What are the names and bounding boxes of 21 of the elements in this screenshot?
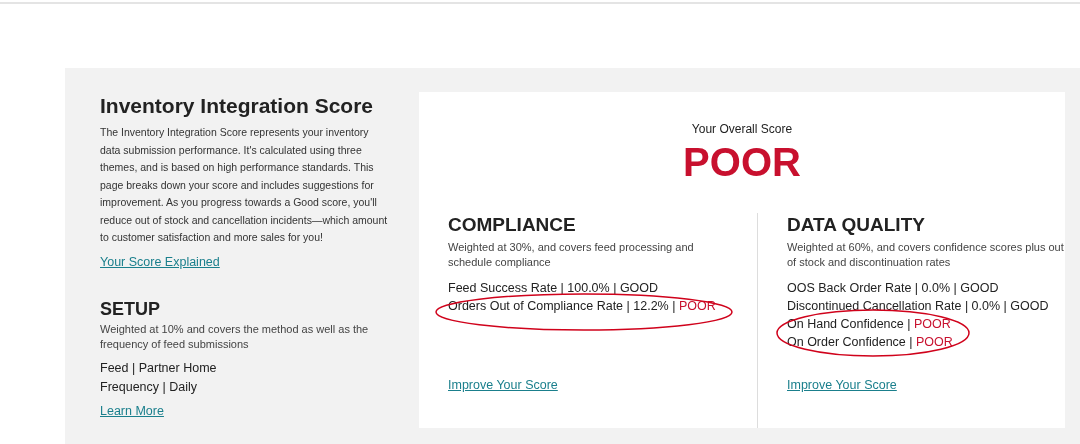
intro-text: The Inventory Integration Score represents your inventory data submission performance. It's calculated using three themes, and is based on high performance standards. This page breaks down your score and includes suggestions for improvement. As you progress towards a Good score, you'll reduce out of stock and cancellation incidents—which amount to customer satisfaction and more sales for you! xyxy=(100,125,388,245)
learn-more-link[interactable]: Learn More xyxy=(100,402,164,421)
setup-item: Feed | Partner Home xyxy=(100,360,217,378)
metric-row-text: On Order Confidence | POOR xyxy=(787,334,953,351)
metric-row-text: Orders Out of Compliance Rate | 12.2% | POOR xyxy=(448,298,716,315)
section-description: Weighted at 30%, and covers feed processing and schedule compliance xyxy=(448,240,695,270)
section-description: Weighted at 60%, and covers confidence scores plus out of stock and discontinuation rates xyxy=(787,240,1065,270)
section-title: SETUP xyxy=(100,298,160,321)
overall-score-label: Your Overall Score xyxy=(691,121,793,138)
overall-score-rating: POOR xyxy=(683,139,801,186)
improve-score-link[interactable]: Improve Your Score xyxy=(787,376,897,395)
improve-score-link[interactable]: Improve Your Score xyxy=(448,376,558,395)
metric-row-text: Discontinued Cancellation Rate | 0.0% | GOOD xyxy=(787,298,1049,315)
page-title: Inventory Integration Score xyxy=(100,93,374,119)
section-title: COMPLIANCE xyxy=(448,213,576,237)
section-description: Weighted at 10% and covers the method as well as the frequency of feed submissions xyxy=(100,322,370,353)
metric-row-text: OOS Back Order Rate | 0.0% | GOOD xyxy=(787,280,999,297)
metric-row-text: On Hand Confidence | POOR xyxy=(787,316,951,333)
setup-item: Frequency | Daily xyxy=(100,379,198,397)
score-explained-link[interactable]: Your Score Explained xyxy=(100,252,220,272)
section-title: DATA QUALITY xyxy=(787,213,925,237)
